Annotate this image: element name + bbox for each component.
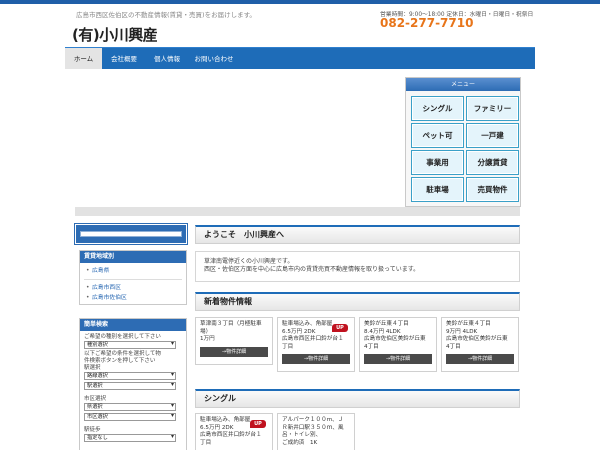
listing-line: ご成約済 1K [282, 439, 318, 446]
menu-pet-button[interactable]: ペット可 [411, 123, 464, 148]
category-menu: メニュー シングル ファミリー ペット可 一戸建 事業用 分譲賃貸 駐車場 売買… [405, 77, 521, 207]
quick-search-title: 簡単検索 [80, 319, 186, 331]
listing-line: 広島市佐伯区美鈴が丘東 [446, 336, 508, 342]
menu-condo-button[interactable]: 分譲賃貸 [466, 150, 519, 175]
route-select[interactable]: 路線選択 [84, 372, 176, 380]
listing-line: 8.4万円 4LDK [364, 328, 401, 335]
sidebar-search-input[interactable] [80, 231, 182, 237]
listing-line: 場） [200, 328, 212, 335]
top-accent-bar [0, 0, 600, 4]
single-card[interactable]: UP 駐車場込み、角部屋 6.5万円 2DK 広島市西区井口鈴が台１ 丁目 [195, 413, 273, 450]
menu-house-button[interactable]: 一戸建 [466, 123, 519, 148]
menu-single-button[interactable]: シングル [411, 96, 464, 121]
menu-business-button[interactable]: 事業用 [411, 150, 464, 175]
pref-select[interactable]: 県選択 [84, 403, 176, 411]
listing-line: 呂・トイレ別、 [282, 432, 322, 438]
listing-line: アルパーク１００m、Ｊ [282, 417, 344, 423]
walk-select[interactable]: 指定なし [84, 434, 176, 442]
welcome-box: 草津南電停近くの小川興産です。 西区・佐伯区方面を中心に広島市内の賃貸売買不動産… [195, 251, 520, 282]
new-listings-title: 新着物件情報 [195, 292, 520, 311]
listing-line: 4丁目 [364, 343, 379, 350]
banner-divider [75, 207, 520, 216]
site-tagline: 広島市西区佐伯区の不動産情報(賃貸・売買)をお届けします。 [76, 11, 256, 19]
listing-line: 9万円 4LDK [446, 328, 478, 335]
area-panel-title: 賃貸地域別 [80, 251, 186, 263]
listing-line: 4丁目 [446, 343, 461, 350]
listing-line: 広島市西区井口鈴が台１ [282, 336, 344, 342]
welcome-title: ようこそ 小川興産へ [195, 225, 520, 244]
area-link-hiroshima[interactable]: 広島県 [80, 267, 186, 276]
listing-line: Ｒ新井口駅３５０ｍ、風 [282, 424, 344, 431]
city-select[interactable]: 市区選択 [84, 413, 176, 421]
listing-card[interactable]: UP 駐車場込み、角部屋 6.5万円 2DK 広島市西区井口鈴が台１ 丁目 →物… [277, 317, 355, 372]
up-badge: UP [250, 420, 266, 428]
area-panel: 賃貸地域別 広島県 広島市西区 広島市佐伯区 [79, 250, 187, 305]
listing-line: 美鈴が丘東４丁目 [446, 321, 491, 327]
detail-button[interactable]: →物件詳細 [446, 354, 514, 364]
listing-line: 広島市佐伯区美鈴が丘東 [364, 336, 426, 342]
up-badge: UP [332, 324, 348, 332]
area-link-saeki[interactable]: 広島市佐伯区 [80, 293, 186, 303]
menu-parking-button[interactable]: 駐車場 [411, 177, 464, 202]
station-select[interactable]: 駅選択 [84, 382, 176, 390]
listing-card[interactable]: 草津南３丁目（月極駐車 場） 1万円 →物件詳細 [195, 317, 273, 365]
single-card[interactable]: アルパーク１００m、Ｊ Ｒ新井口駅３５０ｍ、風 呂・トイレ別、 ご成約済 1K [277, 413, 355, 450]
category-menu-title: メニュー [406, 78, 520, 91]
menu-sale-button[interactable]: 売買物件 [466, 177, 519, 202]
listing-card[interactable]: 美鈴が丘東４丁目 9万円 4LDK 広島市佐伯区美鈴が丘東 4丁目 →物件詳細 [441, 317, 519, 372]
site-logo[interactable]: (有)小川興産 [72, 24, 158, 45]
phone-number[interactable]: 082-277-7710 [380, 16, 473, 30]
hero-banner [75, 75, 400, 206]
area-divider [84, 279, 182, 280]
nav-company[interactable]: 会社概要 [103, 48, 145, 70]
sidebar-search-box [74, 223, 188, 245]
detail-button[interactable]: →物件詳細 [200, 346, 268, 357]
search-instruction-3: 件検索ボタンを押して下さい [84, 358, 156, 364]
welcome-line-1: 草津南電停近くの小川興産です。 [204, 258, 294, 265]
nav-privacy[interactable]: 個人情報 [146, 48, 188, 70]
type-select[interactable]: 種別選択 [84, 341, 176, 349]
welcome-line-2: 西区・佐伯区方面を中心に広島市内の賃貸売買不動産情報を取り扱っています。 [204, 266, 420, 273]
listing-line: 1万円 [200, 336, 215, 342]
menu-family-button[interactable]: ファミリー [466, 96, 519, 121]
listing-line: 丁目 [200, 439, 212, 446]
listing-line: 草津南３丁目（月極駐車 [200, 321, 262, 327]
quick-search-panel: 簡単検索 ご希望の種別を選択して下さい 種別選択 以下ご希望の条件を選択して物 … [79, 318, 187, 450]
listing-line: 丁目 [282, 343, 294, 350]
nav-contact[interactable]: お問い合わせ [189, 48, 239, 70]
single-section-title: シングル [195, 389, 520, 408]
listing-line: 広島市西区井口鈴が台１ [200, 432, 262, 438]
detail-button[interactable]: →物件詳細 [282, 354, 350, 364]
search-instruction-2: 以下ご希望の条件を選択して物 [84, 351, 161, 357]
main-nav: ホーム 会社概要 個人情報 お問い合わせ [65, 47, 535, 70]
listing-line: 美鈴が丘東４丁目 [364, 321, 409, 327]
listing-card[interactable]: 美鈴が丘東４丁目 8.4万円 4LDK 広島市佐伯区美鈴が丘東 4丁目 →物件詳… [359, 317, 437, 372]
area-link-nishi[interactable]: 広島市西区 [80, 283, 186, 293]
detail-button[interactable]: →物件詳細 [364, 354, 432, 364]
nav-home[interactable]: ホーム [65, 48, 102, 70]
